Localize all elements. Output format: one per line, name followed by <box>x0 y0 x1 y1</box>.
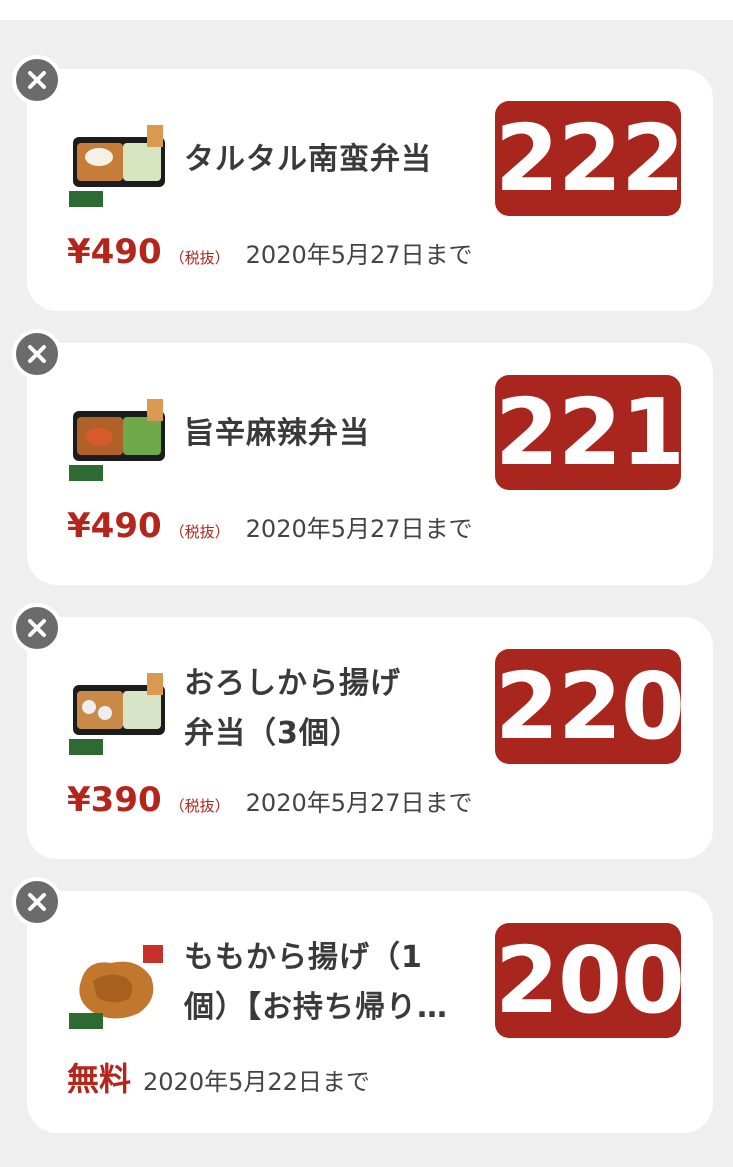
bento-box-icon <box>67 119 169 211</box>
coupon-title: 旨辛麻辣弁当 <box>184 416 370 451</box>
coupon-title: ももから揚げ（1 個）【お持ち帰り… <box>184 940 448 1025</box>
expiry-date: 2020年5月27日まで <box>245 515 473 543</box>
coupon-price: ¥390 <box>67 780 162 820</box>
price-row: 無料 2020年5月22日まで <box>67 1054 370 1100</box>
coupon-list: タルタル南蛮弁当 222 ¥490 （税抜） 2020年5月27日まで 旨辛麻辣… <box>0 0 733 1167</box>
coupon-title: タルタル南蛮弁当 <box>184 142 432 177</box>
coupon-card[interactable]: 旨辛麻辣弁当 221 ¥490 （税抜） 2020年5月27日まで <box>27 343 713 585</box>
remove-coupon-button[interactable] <box>12 55 62 105</box>
price-row: ¥390 （税抜） 2020年5月27日まで <box>67 780 473 826</box>
remove-coupon-button[interactable] <box>12 877 62 927</box>
tax-note: （税抜） <box>169 249 230 267</box>
fried-chicken-icon <box>67 941 169 1033</box>
bento-box-icon <box>67 393 169 485</box>
remove-coupon-button[interactable] <box>12 329 62 379</box>
coupon-code: 222 <box>495 101 685 216</box>
expiry-date: 2020年5月22日まで <box>143 1068 370 1096</box>
coupon-code: 221 <box>495 375 685 490</box>
close-icon <box>28 619 46 637</box>
tax-note: （税抜） <box>169 523 230 541</box>
coupon-price: ¥490 <box>67 506 162 546</box>
close-icon <box>28 71 46 89</box>
coupon-card[interactable]: ももから揚げ（1 個）【お持ち帰り… 200 無料 2020年5月22日まで <box>27 891 713 1133</box>
price-row: ¥490 （税抜） 2020年5月27日まで <box>67 506 473 552</box>
close-icon <box>28 893 46 911</box>
expiry-date: 2020年5月27日まで <box>245 789 473 817</box>
bento-box-icon <box>67 667 169 759</box>
top-bar <box>0 0 733 20</box>
expiry-date: 2020年5月27日まで <box>245 241 473 269</box>
coupon-code: 200 <box>495 923 685 1038</box>
coupon-card[interactable]: タルタル南蛮弁当 222 ¥490 （税抜） 2020年5月27日まで <box>27 69 713 311</box>
price-row: ¥490 （税抜） 2020年5月27日まで <box>67 232 473 278</box>
coupon-title: おろしから揚げ 弁当（3個） <box>184 666 401 751</box>
remove-coupon-button[interactable] <box>12 603 62 653</box>
coupon-price: ¥490 <box>67 232 162 272</box>
free-label: 無料 <box>67 1060 132 1098</box>
coupon-card[interactable]: おろしから揚げ 弁当（3個） 220 ¥390 （税抜） 2020年5月27日ま… <box>27 617 713 859</box>
close-icon <box>28 345 46 363</box>
tax-note: （税抜） <box>169 797 230 815</box>
coupon-code: 220 <box>495 649 685 764</box>
